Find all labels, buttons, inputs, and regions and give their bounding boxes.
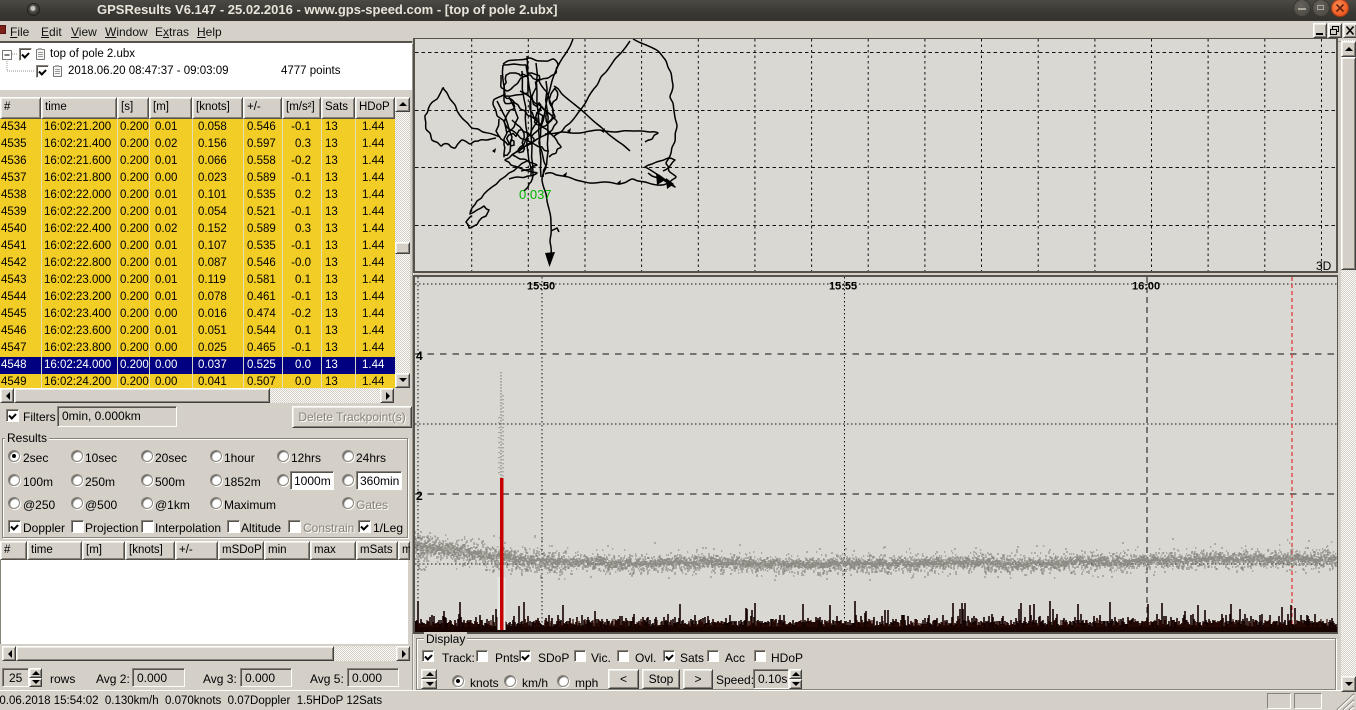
svg-text:3D: 3D (1316, 259, 1332, 271)
svg-text:2: 2 (416, 489, 423, 503)
svg-text:16:00: 16:00 (1132, 281, 1160, 293)
svg-text:0.037: 0.037 (519, 187, 552, 202)
svg-text:15:50: 15:50 (527, 281, 555, 293)
svg-text:4: 4 (416, 349, 423, 363)
svg-text:15:55: 15:55 (829, 281, 857, 293)
